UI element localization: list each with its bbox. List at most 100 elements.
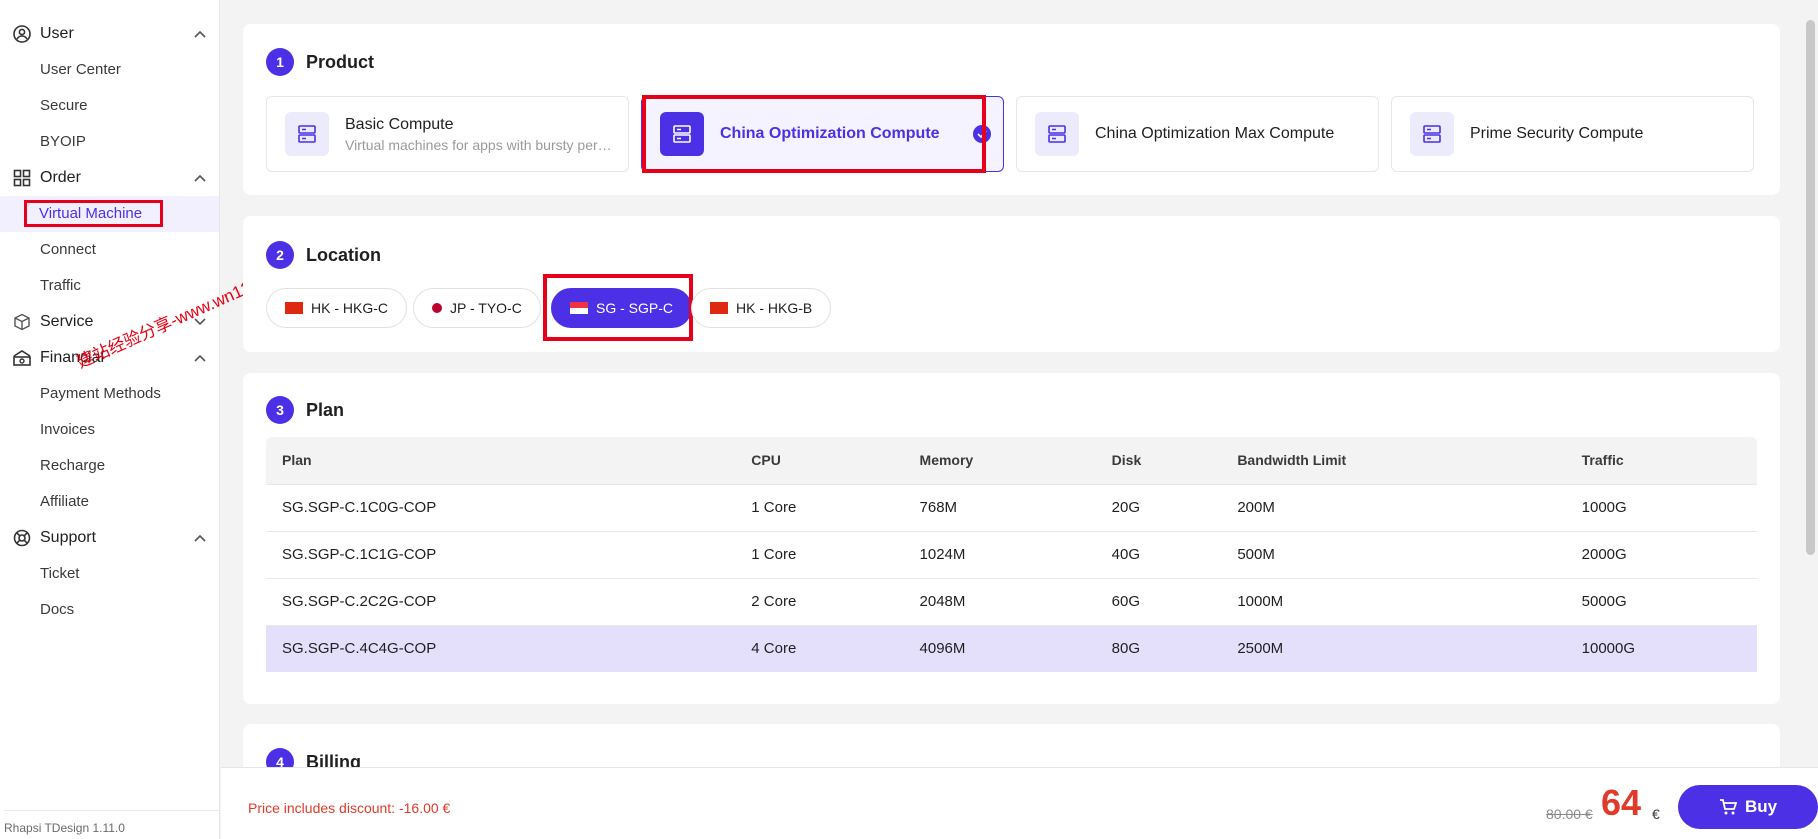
sidebar-item-secure[interactable]: Secure [0, 88, 219, 124]
column-header: Plan [266, 437, 736, 484]
sidebar-item-label: Virtual Machine [24, 200, 164, 227]
product-description: Virtual machines for apps with bursty pe… [345, 136, 615, 153]
sidebar-item-virtual-machine[interactable]: Virtual Machine [0, 196, 219, 232]
hk-flag-icon [285, 302, 303, 314]
table-cell: SG.SGP-C.1C1G-COP [266, 530, 736, 578]
table-cell: 1000M [1221, 577, 1566, 625]
product-card: 1 Product Basic Compute Virtual machines… [243, 24, 1780, 195]
table-cell: 1 Core [735, 530, 904, 578]
sidebar-item-payment-methods[interactable]: Payment Methods [0, 376, 219, 412]
table-cell: 4096M [903, 624, 1096, 672]
table-cell: 60G [1095, 577, 1222, 625]
location-step-header: 2 Location [266, 241, 381, 269]
hk-flag-icon [710, 302, 728, 314]
step-title: Product [306, 51, 375, 72]
table-row[interactable]: SG.SGP-C.2C2G-COP 2 Core 2048M 60G 1000M… [266, 577, 1757, 625]
column-header: Traffic [1565, 437, 1757, 484]
step-number: 1 [266, 48, 294, 76]
product-title: China Optimization Max Compute [1095, 125, 1335, 142]
nav-group-label: Order [40, 169, 81, 186]
step-title: Location [306, 244, 381, 265]
chevron-up-icon[interactable] [193, 351, 207, 365]
original-price: 80.00 € [1546, 806, 1593, 822]
jp-flag-icon [432, 303, 442, 313]
step-number: 2 [266, 241, 294, 269]
product-step-header: 1 Product [266, 48, 374, 76]
sidebar-item-connect[interactable]: Connect [0, 232, 219, 268]
currency-symbol: € [1652, 806, 1660, 822]
sidebar-item-user-center[interactable]: User Center [0, 52, 219, 88]
chevron-up-icon[interactable] [193, 27, 207, 41]
table-cell: 500M [1221, 530, 1566, 578]
sidebar-item-docs[interactable]: Docs [0, 592, 219, 628]
table-row[interactable]: SG.SGP-C.1C0G-COP 1 Core 768M 20G 200M 1… [266, 483, 1757, 531]
server-icon [660, 112, 704, 156]
column-header: CPU [735, 437, 904, 484]
column-header: Memory [903, 437, 1096, 484]
chevron-up-icon[interactable] [193, 531, 207, 545]
nav-group-order[interactable]: Order [0, 160, 219, 196]
grid-icon [12, 168, 32, 188]
plan-table: Plan CPU Memory Disk Bandwidth Limit Tra… [266, 437, 1757, 672]
product-option-china-optimization-max-compute[interactable]: China Optimization Max Compute [1016, 96, 1379, 172]
server-icon [285, 112, 329, 156]
sidebar-item-byoip[interactable]: BYOIP [0, 124, 219, 160]
final-price: 64 [1601, 782, 1642, 823]
nav-group-user[interactable]: User [0, 16, 219, 52]
location-label: JP - TYO-C [450, 300, 522, 316]
product-option-china-optimization-compute[interactable]: China Optimization Compute [641, 96, 1004, 172]
scrollbar-thumb[interactable] [1806, 20, 1815, 555]
product-option-basic-compute[interactable]: Basic Compute Virtual machines for apps … [266, 96, 629, 172]
location-option-jp-tyo-c[interactable]: JP - TYO-C [413, 288, 541, 328]
location-option-sg-sgp-c[interactable]: SG - SGP-C [551, 288, 693, 328]
price-bar: Price includes discount: -16.00 € 80.00 … [221, 767, 1818, 839]
location-card: 2 Location [243, 216, 1780, 352]
table-cell: 768M [903, 483, 1096, 531]
user-circle-icon [12, 24, 32, 44]
column-header: Bandwidth Limit [1221, 437, 1566, 484]
cart-icon [1719, 798, 1737, 816]
table-cell: SG.SGP-C.1C0G-COP [266, 483, 736, 531]
table-cell: 1024M [903, 530, 1096, 578]
table-cell: 2 Core [735, 577, 904, 625]
sg-flag-icon [570, 302, 588, 314]
product-option-prime-security-compute[interactable]: Prime Security Compute [1391, 96, 1754, 172]
sidebar-item-invoices[interactable]: Invoices [0, 412, 219, 448]
location-label: HK - HKG-C [311, 300, 388, 316]
table-cell: 80G [1095, 624, 1222, 672]
nav-group-support[interactable]: Support [0, 520, 219, 556]
table-cell: SG.SGP-C.4C4G-COP [266, 624, 736, 672]
table-cell: 2500M [1221, 624, 1566, 672]
table-row-selected[interactable]: SG.SGP-C.4C4G-COP 4 Core 4096M 80G 2500M… [266, 624, 1757, 672]
table-cell: 5000G [1565, 577, 1757, 625]
product-title: Basic Compute [345, 115, 454, 133]
location-option-hk-hkg-b[interactable]: HK - HKG-B [691, 288, 832, 328]
server-icon [1035, 112, 1079, 156]
chevron-up-icon[interactable] [193, 171, 207, 185]
check-icon [973, 125, 991, 143]
location-option-hk-hkg-c[interactable]: HK - HKG-C [266, 288, 407, 328]
sidebar-item-affiliate[interactable]: Affiliate [0, 484, 219, 520]
table-cell: 10000G [1565, 624, 1757, 672]
wallet-icon [12, 348, 32, 368]
scrollbar[interactable] [1803, 0, 1818, 767]
sidebar-item-recharge[interactable]: Recharge [0, 448, 219, 484]
step-title: Plan [306, 399, 345, 420]
location-label: SG - SGP-C [596, 300, 674, 316]
nav-group-label: User [40, 25, 74, 42]
buy-button[interactable]: Buy [1678, 785, 1818, 829]
column-header: Disk [1095, 437, 1222, 484]
product-title: Prime Security Compute [1470, 125, 1644, 142]
server-icon [1410, 112, 1454, 156]
table-row[interactable]: SG.SGP-C.1C1G-COP 1 Core 1024M 40G 500M … [266, 530, 1757, 578]
table-cell: 2048M [903, 577, 1096, 625]
version-label: Rhapsi TDesign 1.11.0 [4, 810, 220, 835]
plan-step-header: 3 Plan [266, 396, 344, 424]
table-cell: 40G [1095, 530, 1222, 578]
sidebar: User User Center Secure BYOIP Order Virt… [0, 0, 220, 839]
table-cell: 4 Core [735, 624, 904, 672]
sidebar-item-ticket[interactable]: Ticket [0, 556, 219, 592]
discount-note: Price includes discount: -16.00 € [248, 800, 451, 816]
table-cell: 20G [1095, 483, 1222, 531]
main-content: 1 Product Basic Compute Virtual machines… [221, 0, 1803, 839]
